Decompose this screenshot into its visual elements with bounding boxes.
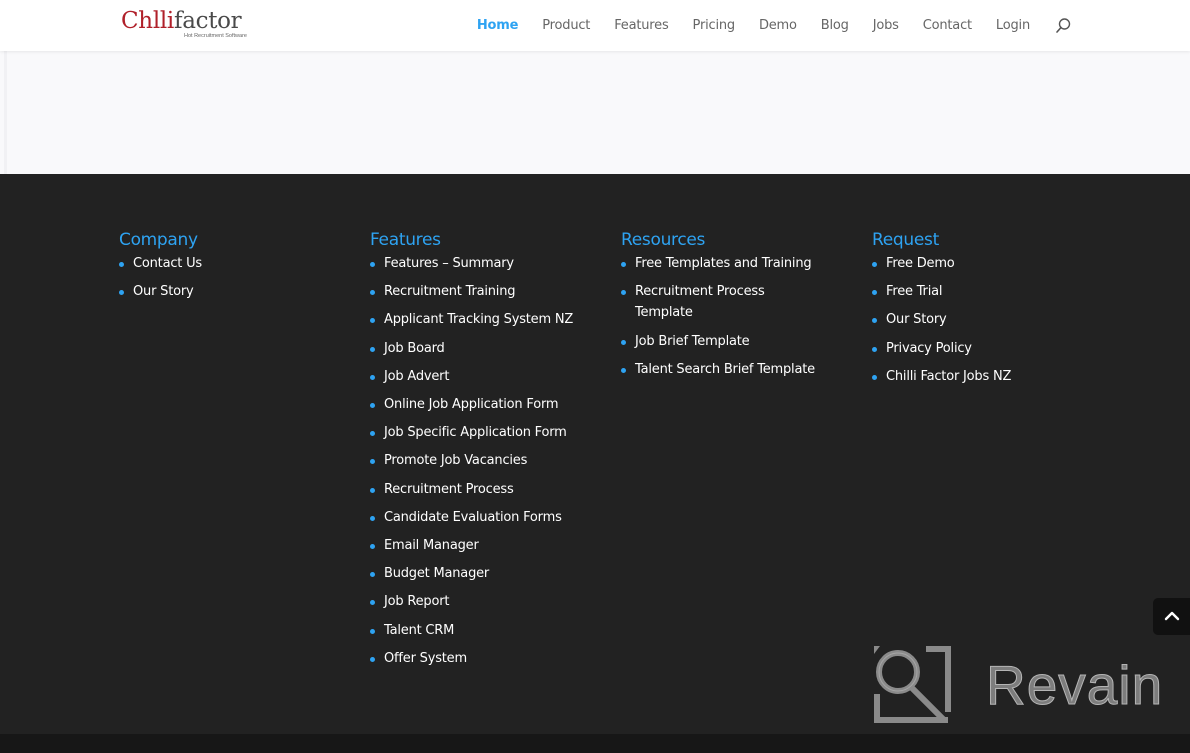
footer-link-email-manager[interactable]: Email Manager	[370, 535, 610, 556]
nav-contact[interactable]: Contact	[923, 0, 972, 51]
footer-link-free-trial[interactable]: Free Trial	[872, 281, 1112, 302]
footer-link-recruitment-process[interactable]: Recruitment Process	[370, 479, 610, 500]
nav-product[interactable]: Product	[542, 0, 590, 51]
footer-list-features: Features – Summary Recruitment Training …	[370, 253, 610, 669]
footer-link-talent-crm[interactable]: Talent CRM	[370, 620, 610, 641]
footer-link-promote-job-vacancies[interactable]: Promote Job Vacancies	[370, 450, 610, 471]
logo-wordmark: Chllifactor	[121, 8, 242, 34]
footer-link-contact-us[interactable]: Contact Us	[119, 253, 359, 274]
nav-home[interactable]: Home	[477, 0, 519, 51]
footer-heading-resources: Resources	[621, 230, 706, 250]
nav-features[interactable]: Features	[614, 0, 669, 51]
footer-heading-features: Features	[370, 230, 441, 250]
footer-link-budget-manager[interactable]: Budget Manager	[370, 563, 610, 584]
footer-link-job-specific-application-form[interactable]: Job Specific Application Form	[370, 422, 610, 443]
footer-bottom-bar	[0, 734, 1190, 753]
nav-demo[interactable]: Demo	[759, 0, 797, 51]
footer-link-recruitment-training[interactable]: Recruitment Training	[370, 281, 610, 302]
footer-link-our-story[interactable]: Our Story	[119, 281, 359, 302]
footer-column-resources: Resources Free Templates and Training Re…	[621, 229, 821, 387]
revain-text: Revain	[985, 654, 1164, 717]
footer-column-company: Company Contact Us Our Story	[119, 229, 359, 309]
footer-link-features-summary[interactable]: Features – Summary	[370, 253, 610, 274]
main-nav: Home Product Features Pricing Demo Blog …	[477, 0, 1072, 51]
footer-link-job-report[interactable]: Job Report	[370, 591, 610, 612]
footer-heading-request: Request	[872, 230, 939, 250]
footer-link-applicant-tracking[interactable]: Applicant Tracking System NZ	[370, 309, 610, 330]
nav-jobs[interactable]: Jobs	[873, 0, 899, 51]
footer-link-talent-search-brief-template[interactable]: Talent Search Brief Template	[621, 359, 821, 380]
footer-link-chilli-factor-jobs[interactable]: Chilli Factor Jobs NZ	[872, 366, 1112, 387]
footer-link-recruitment-process-template[interactable]: Recruitment Process Template	[621, 281, 821, 323]
back-to-top-button[interactable]	[1153, 598, 1190, 635]
footer-link-job-brief-template[interactable]: Job Brief Template	[621, 331, 821, 352]
site-header: Chllifactor Hot Recruitment Software Hom…	[0, 0, 1190, 51]
nav-pricing[interactable]: Pricing	[693, 0, 736, 51]
footer-link-job-advert[interactable]: Job Advert	[370, 366, 610, 387]
page-content-area	[0, 51, 1190, 174]
footer-column-request: Request Free Demo Free Trial Our Story P…	[872, 229, 1112, 394]
chevron-up-icon	[1164, 607, 1180, 626]
revain-watermark: Revain	[874, 646, 1164, 723]
footer-list-resources: Free Templates and Training Recruitment …	[621, 253, 821, 380]
logo-tagline: Hot Recruitment Software	[184, 33, 247, 39]
footer-list-company: Contact Us Our Story	[119, 253, 359, 302]
footer-link-online-job-application-form[interactable]: Online Job Application Form	[370, 394, 610, 415]
footer-column-features: Features Features – Summary Recruitment …	[370, 229, 610, 676]
nav-blog[interactable]: Blog	[821, 0, 849, 51]
footer-link-free-demo[interactable]: Free Demo	[872, 253, 1112, 274]
footer-link-candidate-evaluation-forms[interactable]: Candidate Evaluation Forms	[370, 507, 610, 528]
site-logo[interactable]: Chllifactor Hot Recruitment Software	[121, 6, 261, 44]
nav-login[interactable]: Login	[996, 0, 1030, 51]
search-icon[interactable]	[1054, 17, 1072, 35]
footer-list-request: Free Demo Free Trial Our Story Privacy P…	[872, 253, 1112, 387]
footer-heading-company: Company	[119, 230, 198, 250]
footer-link-our-story-2[interactable]: Our Story	[872, 309, 1112, 330]
footer-link-privacy-policy[interactable]: Privacy Policy	[872, 338, 1112, 359]
content-edge	[4, 51, 7, 174]
footer-link-free-templates[interactable]: Free Templates and Training	[621, 253, 821, 274]
footer-link-job-board[interactable]: Job Board	[370, 338, 610, 359]
footer-link-offer-system[interactable]: Offer System	[370, 648, 610, 669]
